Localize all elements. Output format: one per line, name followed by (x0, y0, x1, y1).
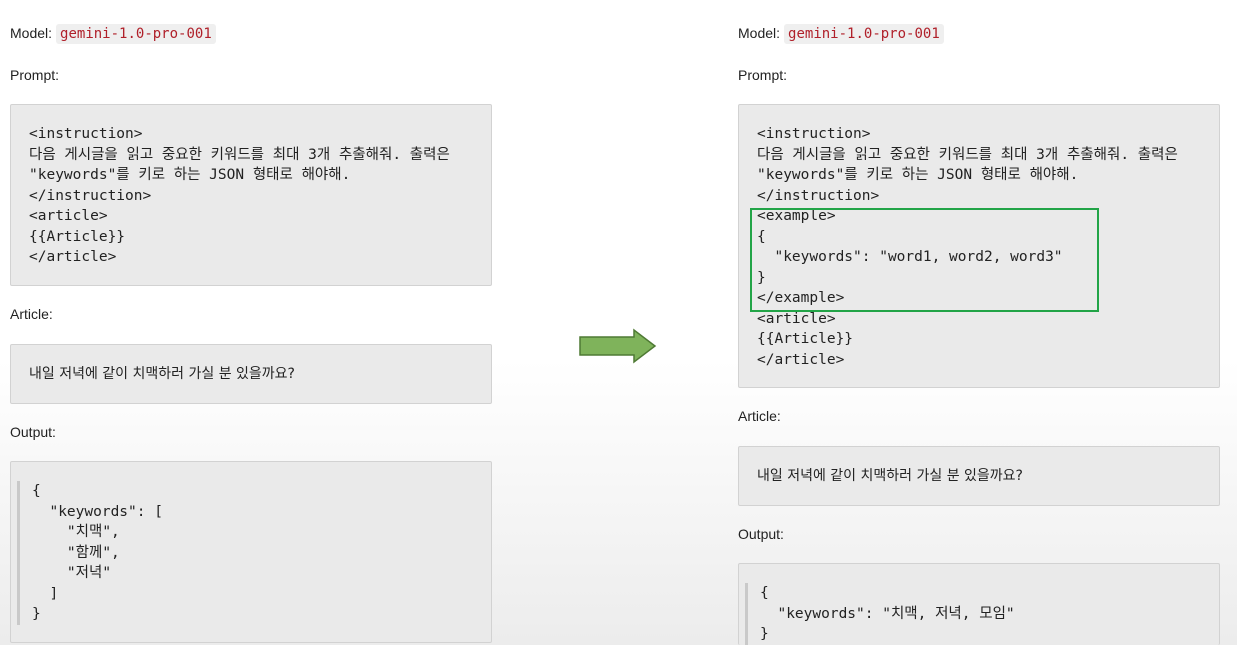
article-box: 내일 저녁에 같이 치맥하러 가실 분 있을까요? (738, 446, 1220, 506)
model-value: gemini-1.0-pro-001 (56, 24, 216, 44)
article-text: 내일 저녁에 같이 치맥하러 가실 분 있을까요? (29, 366, 295, 382)
prompt-box: <instruction> 다음 게시글을 읽고 중요한 키워드를 최대 3개 … (10, 104, 492, 286)
article-text: 내일 저녁에 같이 치맥하러 가실 분 있을까요? (757, 468, 1023, 484)
output-label: Output: (10, 424, 56, 440)
article-label: Article: (738, 408, 781, 424)
prompt-code: <instruction> 다음 게시글을 읽고 중요한 키워드를 최대 3개 … (757, 126, 1178, 368)
model-line: Model: gemini-1.0-pro-001 (738, 24, 944, 44)
prompt-code: <instruction> 다음 게시글을 읽고 중요한 키워드를 최대 3개 … (29, 126, 450, 265)
prompt-label: Prompt: (10, 67, 60, 83)
output-code: { "keywords": [ "치맥", "함께", "저녁" ] } (17, 481, 491, 625)
output-code: { "keywords": "치맥, 저녁, 모임" } (745, 583, 1219, 645)
prompt-box: <instruction> 다음 게시글을 읽고 중요한 키워드를 최대 3개 … (738, 104, 1220, 388)
output-box: { "keywords": "치맥, 저녁, 모임" } (738, 563, 1220, 645)
prompt-label: Prompt: (738, 67, 788, 83)
arrow-shape (579, 328, 657, 364)
model-line: Model: gemini-1.0-pro-001 (10, 24, 216, 44)
model-label: Model: (738, 25, 781, 41)
model-value: gemini-1.0-pro-001 (784, 24, 944, 44)
output-box: { "keywords": [ "치맥", "함께", "저녁" ] } (10, 461, 492, 643)
right-arrow-icon (578, 328, 658, 369)
model-label: Model: (10, 25, 53, 41)
article-box: 내일 저녁에 같이 치맥하러 가실 분 있을까요? (10, 344, 492, 404)
article-label: Article: (10, 306, 53, 322)
output-label: Output: (738, 526, 784, 542)
